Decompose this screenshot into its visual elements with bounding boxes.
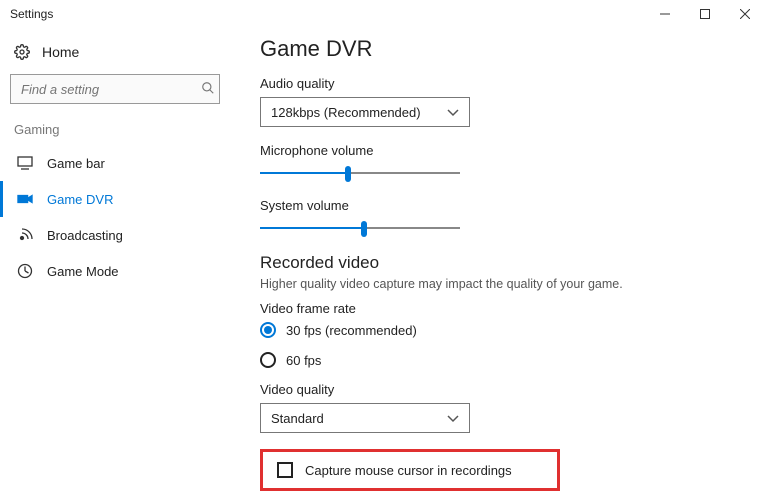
slider-thumb[interactable] [361, 221, 367, 237]
frame-rate-option-60fps[interactable]: 60 fps [260, 352, 735, 368]
microphone-volume-slider[interactable] [260, 164, 460, 182]
chevron-down-icon [447, 411, 459, 426]
sidebar-item-label: Game bar [47, 156, 105, 171]
recorded-video-desc: Higher quality video capture may impact … [260, 277, 735, 291]
capture-cursor-checkbox[interactable] [277, 462, 293, 478]
microphone-volume-label: Microphone volume [260, 143, 735, 158]
sidebar-item-broadcasting[interactable]: Broadcasting [0, 217, 230, 253]
sidebar-item-label: Game Mode [47, 264, 119, 279]
frame-rate-label: Video frame rate [260, 301, 735, 316]
radio-label: 30 fps (recommended) [286, 323, 417, 338]
sidebar-home[interactable]: Home [0, 38, 230, 74]
video-quality-value: Standard [271, 411, 324, 426]
titlebar: Settings [0, 0, 765, 28]
chevron-down-icon [447, 105, 459, 120]
search-field[interactable] [19, 81, 201, 98]
audio-quality-label: Audio quality [260, 76, 735, 91]
sidebar-item-game-mode[interactable]: Game Mode [0, 253, 230, 289]
capture-cursor-highlight: Capture mouse cursor in recordings [260, 449, 560, 491]
game-mode-icon [17, 263, 33, 279]
sidebar-item-game-dvr[interactable]: Game DVR [0, 181, 230, 217]
audio-quality-dropdown[interactable]: 128kbps (Recommended) [260, 97, 470, 127]
recorded-video-heading: Recorded video [260, 253, 735, 273]
search-input[interactable] [10, 74, 220, 104]
broadcasting-icon [17, 227, 33, 243]
sidebar-item-label: Game DVR [47, 192, 113, 207]
gear-icon [14, 44, 30, 60]
sidebar: Home Gaming Game bar Game DVR Broa [0, 28, 240, 500]
capture-cursor-label: Capture mouse cursor in recordings [305, 463, 512, 478]
page-title: Game DVR [260, 36, 735, 62]
sidebar-home-label: Home [42, 44, 79, 60]
radio-icon [260, 322, 276, 338]
main-content: Game DVR Audio quality 128kbps (Recommen… [240, 28, 765, 500]
frame-rate-option-30fps[interactable]: 30 fps (recommended) [260, 322, 735, 338]
sidebar-section-heading: Gaming [0, 122, 230, 145]
maximize-button[interactable] [685, 0, 725, 28]
game-bar-icon [17, 155, 33, 171]
video-quality-dropdown[interactable]: Standard [260, 403, 470, 433]
close-button[interactable] [725, 0, 765, 28]
radio-icon [260, 352, 276, 368]
slider-thumb[interactable] [345, 166, 351, 182]
window-title: Settings [10, 7, 53, 21]
system-volume-label: System volume [260, 198, 735, 213]
radio-label: 60 fps [286, 353, 321, 368]
video-quality-label: Video quality [260, 382, 735, 397]
sidebar-item-label: Broadcasting [47, 228, 123, 243]
game-dvr-icon [17, 191, 33, 207]
sidebar-item-game-bar[interactable]: Game bar [0, 145, 230, 181]
search-icon [201, 81, 215, 98]
system-volume-slider[interactable] [260, 219, 460, 237]
audio-quality-value: 128kbps (Recommended) [271, 105, 421, 120]
minimize-button[interactable] [645, 0, 685, 28]
